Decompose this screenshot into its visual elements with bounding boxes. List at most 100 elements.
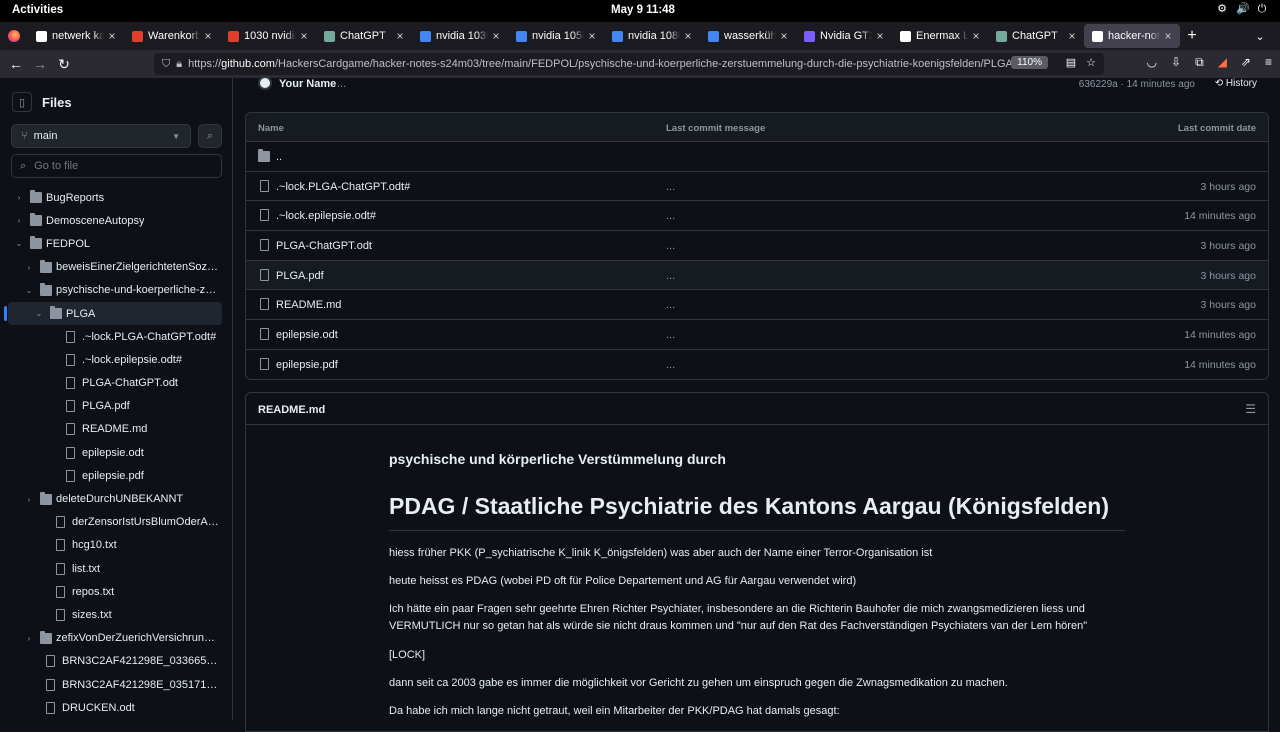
table-row[interactable]: epilepsie.odt... 14 minutes ago [246,320,1268,350]
avatar[interactable] [258,76,272,90]
readme-title[interactable]: README.md [258,404,325,416]
browser-tab[interactable]: nvidia 1030 p× [412,22,508,50]
volume-icon[interactable]: 🔊 [1236,3,1250,15]
chevron-right-icon[interactable]: › [24,263,34,272]
search-icon[interactable]: ⌕ [198,124,222,148]
tree-item[interactable]: ⌄ psychische-und-koerperliche-zers... [0,279,232,302]
close-tab-icon[interactable]: × [680,29,696,43]
close-tab-icon[interactable]: × [1064,29,1080,43]
url-bar[interactable]: ⛉ 🔒︎ https://github.com/HackersCardgame/… [154,53,1104,75]
commit-message[interactable]: ... [666,240,675,252]
file-name-link[interactable]: README.md [276,299,341,311]
tree-item[interactable]: README.md [0,418,232,441]
table-row[interactable]: .~lock.PLGA-ChatGPT.odt#... 3 hours ago [246,172,1268,202]
go-to-file-field[interactable]: ⌕ [11,154,222,178]
go-to-file-input[interactable] [34,160,205,172]
share-icon[interactable]: ⇗ [1241,55,1251,70]
commit-author[interactable]: Your Name [279,78,336,90]
chevron-right-icon[interactable]: › [24,634,34,643]
table-row[interactable]: .~lock.epilepsie.odt#... 14 minutes ago [246,201,1268,232]
browser-tab[interactable]: hacker-notes× [1084,24,1180,48]
browser-tab[interactable]: 1030 nvidia -× [220,22,316,50]
close-tab-icon[interactable]: × [872,29,888,43]
browser-tab[interactable]: nvidia 1050 p× [508,22,604,50]
collapse-sidebar-icon[interactable]: ▯ [12,92,32,112]
addon-icon[interactable]: ◢ [1218,55,1227,70]
tree-item[interactable]: list.txt [0,557,232,580]
tree-item[interactable]: › beweisEinerZielgerichtetenSozial... [0,256,232,279]
tree-item[interactable]: PLGA.pdf [0,395,232,418]
reader-view-icon[interactable]: ▤ [1066,56,1076,69]
network-icon[interactable]: ⚙ [1216,3,1228,15]
tree-item[interactable]: ⌄ PLGA [4,301,222,326]
commit-message[interactable]: ... [666,359,675,371]
new-tab-button[interactable]: + [1180,27,1204,45]
tree-item[interactable]: hcg10.txt [0,534,232,557]
file-name-link[interactable]: .~lock.PLGA-ChatGPT.odt# [276,181,410,193]
close-tab-icon[interactable]: × [968,29,984,43]
browser-tab[interactable]: wasserkühlu× [700,22,796,50]
tree-item[interactable]: › deleteDurchUNBEKANNT [0,487,232,510]
pocket-icon[interactable]: ◡ [1147,55,1157,70]
firefox-menu-icon[interactable] [0,22,28,50]
bookmark-star-icon[interactable]: ☆ [1086,56,1096,69]
close-tab-icon[interactable]: × [104,29,120,43]
extensions-icon[interactable]: ⧉ [1195,55,1204,70]
table-row[interactable]: epilepsie.pdf... 14 minutes ago [246,350,1268,379]
commit-message[interactable]: ... [337,78,346,90]
file-name-link[interactable]: PLGA-ChatGPT.odt [276,240,372,252]
tree-item[interactable]: epilepsie.odt [0,441,232,464]
tree-item[interactable]: BRN3C2AF421298E_033665--sc... [0,650,232,673]
back-icon[interactable]: ← [4,56,28,72]
browser-tab[interactable]: Warenkorb × [124,22,220,50]
file-name-link[interactable]: .~lock.epilepsie.odt# [276,210,376,222]
tree-item[interactable]: PLGA-ChatGPT.odt [0,372,232,395]
commit-sha[interactable]: 636229a · 14 minutes ago [1079,79,1195,90]
close-tab-icon[interactable]: × [488,29,504,43]
outline-icon[interactable]: ☰ [1245,402,1256,416]
history-link[interactable]: ⟲ History [1215,78,1257,89]
browser-tab[interactable]: ChatGPT × [988,22,1084,50]
table-row[interactable]: README.md... 3 hours ago [246,290,1268,321]
reload-icon[interactable]: ↻ [52,56,76,73]
activities-button[interactable]: Activities [12,4,63,16]
zoom-level[interactable]: 110% [1011,56,1048,69]
file-name-link[interactable]: PLGA.pdf [276,270,324,282]
tree-item[interactable]: › zefixVonDerZuerichVersichrungC... [0,627,232,650]
tree-item[interactable]: › BugReports [0,186,232,209]
browser-tab[interactable]: nvidia 1080 p× [604,22,700,50]
close-tab-icon[interactable]: × [200,29,216,43]
browser-tab[interactable]: Enermax Liqu× [892,22,988,50]
browser-tab[interactable]: netwerk kam× [28,22,124,50]
tree-item[interactable]: .~lock.epilepsie.odt# [0,348,232,371]
chevron-right-icon[interactable]: › [14,216,24,225]
chevron-down-icon[interactable]: ⌄ [24,286,34,295]
app-menu-icon[interactable]: ≡ [1265,55,1272,70]
power-icon[interactable]: ⏻ [1256,3,1268,15]
url-text[interactable]: https://github.com/HackersCardgame/hacke… [188,58,1013,70]
chevron-down-icon[interactable]: ⌄ [14,239,24,248]
tree-item[interactable]: › DemosceneAutopsy [0,209,232,232]
close-tab-icon[interactable]: × [392,29,408,43]
close-tab-icon[interactable]: × [1160,29,1176,43]
commit-message[interactable]: ... [666,181,675,193]
tree-item[interactable]: derZensorIstUrsBlumOderAuftra... [0,511,232,534]
close-tab-icon[interactable]: × [776,29,792,43]
download-icon[interactable]: ⇩ [1171,55,1181,70]
close-tab-icon[interactable]: × [296,29,312,43]
tree-item[interactable]: epilepsie.pdf [0,464,232,487]
tree-item[interactable]: ⌄ FEDPOL [0,232,232,255]
chevron-down-icon[interactable]: ⌄ [34,309,44,318]
chevron-right-icon[interactable]: › [14,193,24,202]
table-row[interactable]: PLGA.pdf... 3 hours ago [246,260,1268,291]
tree-item[interactable]: DRUCKEN.odt [0,696,232,719]
table-row[interactable]: .. [246,142,1268,172]
system-tray[interactable]: ⚙ 🔊 ⏻ [1216,3,1268,15]
forward-icon[interactable]: → [28,56,52,72]
lock-icon[interactable]: 🔒︎ [176,58,182,71]
tree-item[interactable]: BRN3C2AF421298E_035171.pdf [0,673,232,696]
close-tab-icon[interactable]: × [584,29,600,43]
file-name-link[interactable]: .. [276,151,282,163]
browser-tab[interactable]: Nvidia GTX 1× [796,22,892,50]
tree-item[interactable]: sizes.txt [0,603,232,626]
